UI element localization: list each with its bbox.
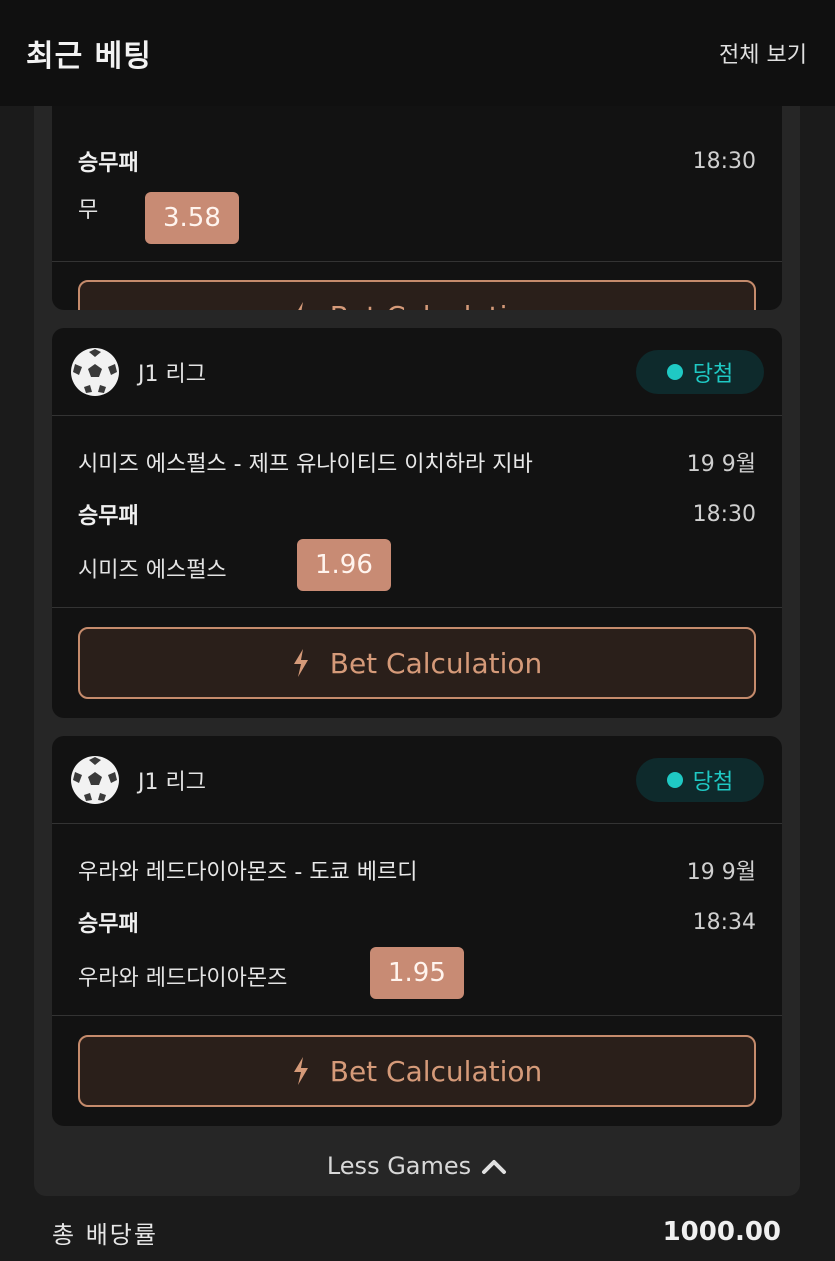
recent-bets-panel: 승무패 18:30 무 3.58 Bet Calculation [34, 60, 800, 1196]
pick-label: 시미즈 에스펄스 [78, 558, 227, 583]
bet-calculation-button[interactable]: Bet Calculation [78, 1035, 756, 1107]
bet-calculation-label: Bet Calculation [329, 1054, 543, 1088]
status-badge: 당첨 [636, 350, 764, 394]
lightning-icon [293, 1057, 308, 1085]
soccer-ball-icon [71, 755, 119, 804]
market-label: 승무패 [78, 504, 139, 529]
status-dot-icon [666, 772, 683, 788]
match-time: 18:30 [692, 501, 756, 527]
lightning-icon [293, 649, 308, 677]
pick-label: 무 [78, 198, 99, 223]
match-title: 우라와 레드다이아몬즈 - 도쿄 베르디 [78, 860, 418, 885]
lightning-icon [297, 302, 303, 310]
odds-badge: 1.96 [297, 539, 391, 591]
match-date: 19 9월 [686, 860, 756, 885]
status-badge: 당첨 [636, 758, 764, 802]
bet-details: 시미즈 에스펄스 - 제프 유나이티드 이치하라 지바 19 9월 승무패 18… [52, 416, 782, 608]
chevron-up-icon [482, 1160, 507, 1174]
card-header: J1 리그 당첨 [52, 328, 782, 416]
bet-calculation-label: Bet Calculation [330, 300, 543, 311]
bet-calculation-button[interactable]: Bet Calculation [78, 627, 756, 699]
bet-calculation-button[interactable]: Bet Calculation [78, 280, 756, 310]
pick-label: 우라와 레드다이아몬즈 [78, 966, 288, 991]
bet-details: 우라와 레드다이아몬즈 - 도쿄 베르디 19 9월 승무패 18:34 우라와… [52, 824, 782, 1016]
total-odds-row: 총 배당률 1000.00 [52, 1210, 781, 1254]
total-odds-label: 총 배당률 [52, 1220, 158, 1249]
odds-badge: 1.95 [370, 947, 464, 999]
view-all-link[interactable]: 전체 보기 [719, 37, 807, 69]
less-games-button[interactable]: Less Games [34, 1146, 800, 1186]
card-header: J1 리그 당첨 [52, 736, 782, 824]
status-dot-icon [666, 364, 683, 380]
status-label: 당첨 [692, 770, 734, 795]
bet-card: J1 리그 당첨 우라와 레드다이아몬즈 - 도쿄 베르디 19 9월 승무패 … [52, 736, 782, 1126]
match-time: 18:30 [692, 148, 756, 174]
less-games-label: Less Games [326, 1152, 472, 1180]
league-name: J1 리그 [138, 769, 206, 795]
market-label: 승무패 [78, 912, 139, 937]
league-name: J1 리그 [138, 361, 206, 387]
soccer-ball-icon [71, 347, 119, 396]
match-time: 18:34 [692, 909, 756, 935]
odds-badge: 3.58 [145, 192, 239, 244]
bet-calculation-label: Bet Calculation [329, 646, 543, 680]
market-label: 승무패 [78, 151, 139, 176]
match-date: 19 9월 [686, 452, 756, 477]
match-title: 시미즈 에스펄스 - 제프 유나이티드 이치하라 지바 [78, 452, 533, 477]
header: 최근 베팅 전체 보기 [0, 0, 835, 106]
total-odds-value: 1000.00 [662, 1217, 781, 1247]
status-label: 당첨 [692, 362, 734, 387]
page-title: 최근 베팅 [26, 39, 152, 74]
bet-card: J1 리그 당첨 시미즈 에스펄스 - 제프 유나이티드 이치하라 지바 19 … [52, 328, 782, 718]
